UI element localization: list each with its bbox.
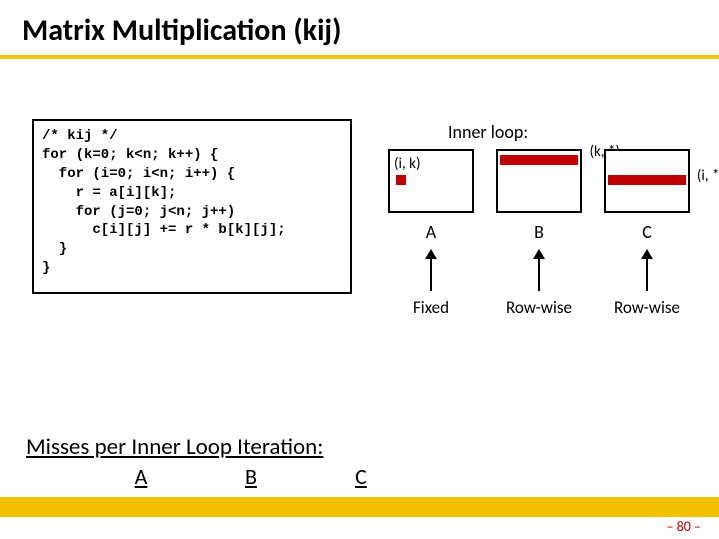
misses-header: A: [86, 463, 196, 490]
matrix-a-block: (i, k) A Fixed: [388, 149, 474, 318]
row-band-icon: [608, 175, 686, 185]
matrix-a: (i, k): [388, 149, 474, 213]
arrow-up-icon: [430, 251, 432, 291]
matrix-c-pattern: Row-wise: [604, 297, 690, 318]
matrices-row: (i, k) A Fixed (k, *) B Row-wise (i, *) …: [388, 149, 690, 318]
footer-bar: [0, 497, 719, 517]
arrow-up-icon: [538, 251, 540, 291]
code-box: /* kij */ for (k=0; k<n; k++) { for (i=0…: [32, 119, 352, 294]
inner-loop-label: Inner loop:: [448, 121, 528, 143]
content-area: /* kij */ for (k=0; k<n; k++) { for (i=0…: [0, 59, 719, 109]
row-band-icon: [500, 155, 578, 165]
matrix-a-pattern: Fixed: [388, 297, 474, 318]
matrix-c-name: C: [604, 221, 690, 243]
matrix-a-name: A: [388, 221, 474, 243]
matrix-a-coord: (i, k): [394, 155, 421, 173]
arrow-up-icon: [646, 251, 648, 291]
matrix-c: (i, *): [604, 149, 690, 213]
matrix-c-block: (i, *) C Row-wise: [604, 149, 690, 318]
page-number: – 80 –: [667, 518, 701, 535]
matrix-c-coord: (i, *): [697, 167, 719, 185]
matrix-b-block: (k, *) B Row-wise: [496, 149, 582, 318]
misses-title: Misses per Inner Loop Iteration:: [26, 433, 416, 461]
fixed-dot-icon: [396, 175, 406, 185]
misses-header: C: [306, 463, 416, 490]
misses-header-row: A B C: [86, 463, 416, 490]
matrix-b-name: B: [496, 221, 582, 243]
slide-title: Matrix Multiplication (kij): [0, 0, 719, 55]
matrix-b: (k, *): [496, 149, 582, 213]
matrix-b-pattern: Row-wise: [496, 297, 582, 318]
misses-header: B: [196, 463, 306, 490]
